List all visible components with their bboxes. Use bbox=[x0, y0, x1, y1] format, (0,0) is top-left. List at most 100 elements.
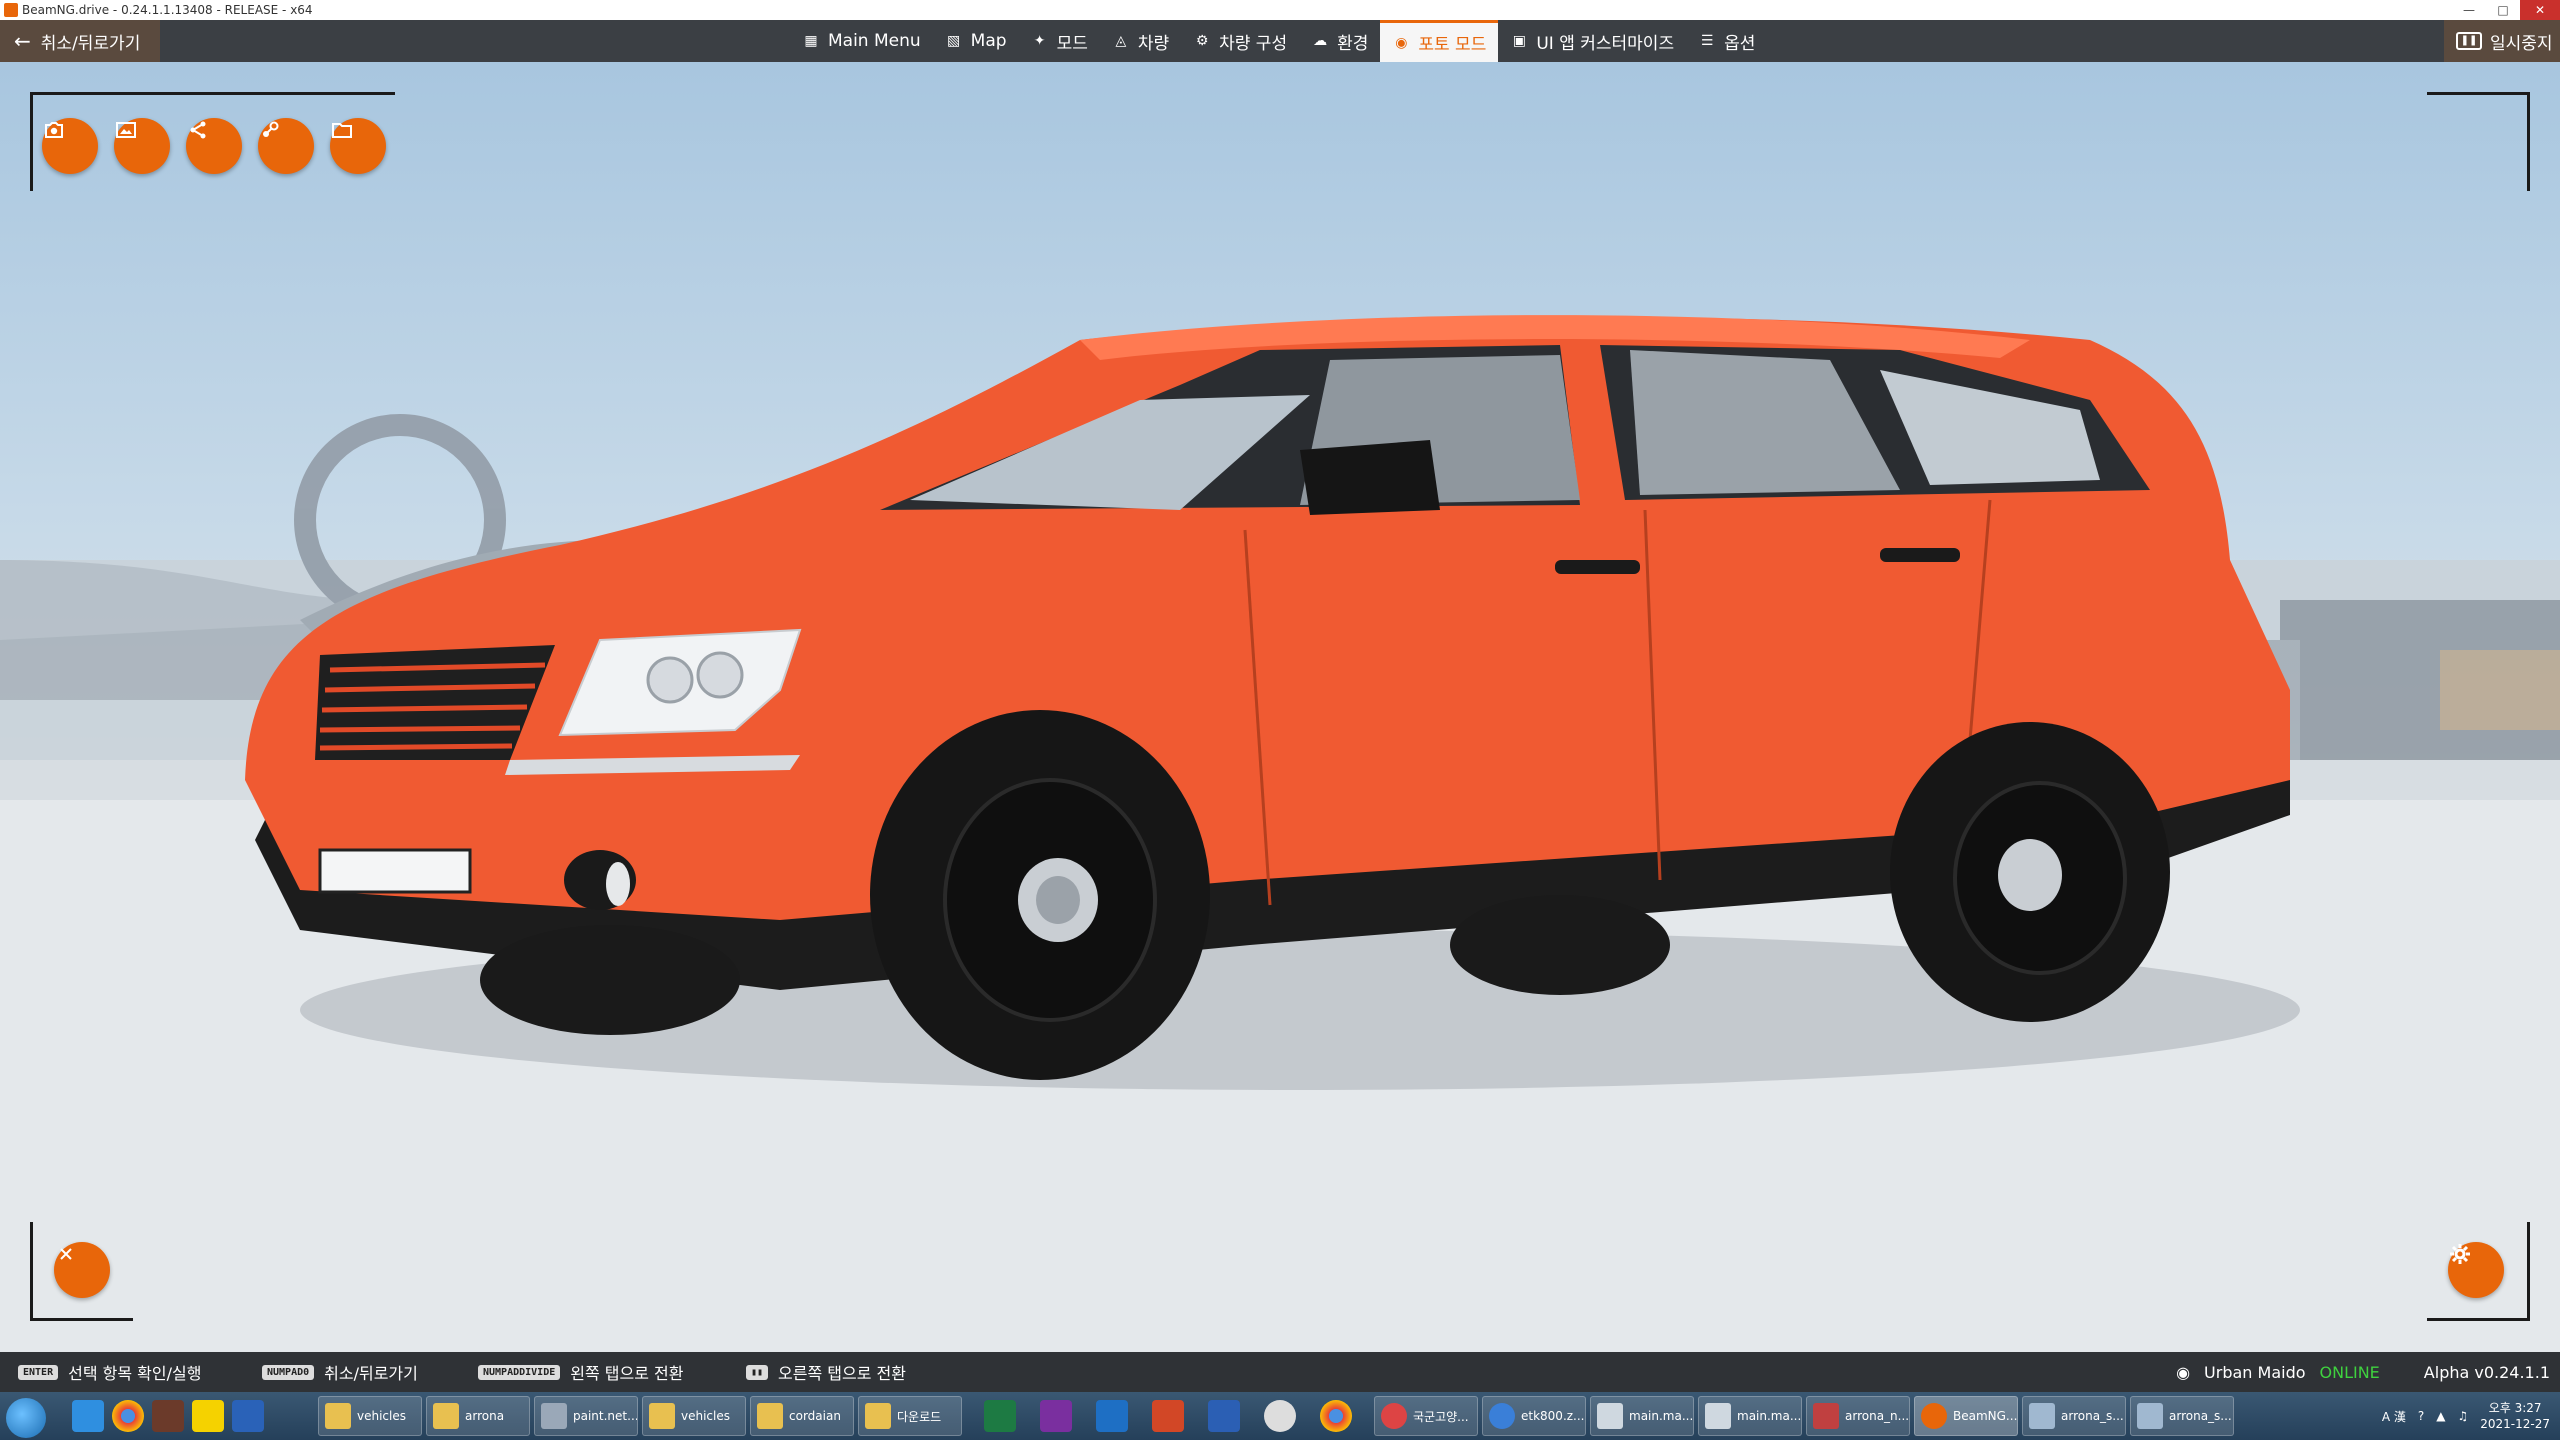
tab-label: Map bbox=[970, 31, 1007, 51]
minimize-icon[interactable]: — bbox=[2452, 0, 2486, 20]
taskbar-item[interactable]: arrona_n... bbox=[1806, 1396, 1910, 1436]
taskbar-item[interactable]: etk800.z... bbox=[1482, 1396, 1586, 1436]
grid-icon: ▦ bbox=[804, 33, 818, 49]
image-icon bbox=[116, 122, 136, 138]
window-close-icon[interactable]: ✕ bbox=[2520, 0, 2560, 20]
hint-back: NUMPAD0 취소/뒤로가기 bbox=[262, 1352, 418, 1392]
ime-icon[interactable]: A 漢 bbox=[2382, 1408, 2406, 1425]
game-viewport[interactable] bbox=[0, 62, 2560, 1352]
word-icon[interactable] bbox=[1208, 1400, 1240, 1432]
tab-map[interactable]: ▧ Map bbox=[933, 20, 1019, 62]
maximize-icon[interactable]: □ bbox=[2486, 0, 2520, 20]
task-label: arrona_s... bbox=[2061, 1409, 2124, 1423]
taskbar-item[interactable]: paint.net... bbox=[534, 1396, 638, 1436]
back-button[interactable]: ← 취소/뒤로가기 bbox=[0, 20, 160, 62]
paintnet-icon bbox=[541, 1403, 567, 1429]
ie-icon[interactable] bbox=[72, 1400, 104, 1432]
screenshot-button[interactable] bbox=[42, 118, 98, 174]
tab-options[interactable]: ☰ 옵션 bbox=[1686, 20, 1767, 62]
camera-icon bbox=[45, 122, 63, 138]
key-badge: NUMPADDIVIDE bbox=[478, 1364, 561, 1380]
taskbar-item[interactable]: arrona_s... bbox=[2022, 1396, 2126, 1436]
share-button[interactable] bbox=[186, 118, 242, 174]
window-title: BeamNG.drive - 0.24.1.1.13408 - RELEASE … bbox=[22, 3, 313, 17]
tab-environment[interactable]: ☁ 환경 bbox=[1299, 20, 1380, 62]
online-status: ◉ Urban Maido ONLINE Alpha v0.24.1.1 bbox=[2176, 1352, 2550, 1392]
powerpoint-icon[interactable] bbox=[1152, 1400, 1184, 1432]
task-label: paint.net... bbox=[573, 1409, 638, 1423]
outlook-icon[interactable] bbox=[1096, 1400, 1128, 1432]
folder-icon bbox=[865, 1403, 891, 1429]
folder-icon bbox=[433, 1403, 459, 1429]
folder-icon bbox=[332, 123, 352, 138]
onenote-icon[interactable] bbox=[1040, 1400, 1072, 1432]
taskbar-item[interactable]: main.ma... bbox=[1698, 1396, 1802, 1436]
hint-label: 선택 항목 확인/실행 bbox=[68, 1364, 202, 1383]
tab-photo-mode[interactable]: ◉ 포토 모드 bbox=[1380, 20, 1499, 62]
taskbar-item[interactable]: vehicles bbox=[642, 1396, 746, 1436]
volume-icon[interactable]: ♫ bbox=[2457, 1409, 2468, 1423]
steam-button[interactable] bbox=[258, 118, 314, 174]
monitor-icon[interactable] bbox=[232, 1400, 264, 1432]
chrome-icon[interactable] bbox=[112, 1400, 144, 1432]
close-icon bbox=[60, 1248, 72, 1260]
weather-icon: ☁ bbox=[1313, 33, 1328, 49]
tab-ui-apps[interactable]: ▣ UI 앱 커스터마이즈 bbox=[1498, 20, 1686, 62]
window-title-bar: BeamNG.drive - 0.24.1.1.13408 - RELEASE … bbox=[0, 0, 2560, 20]
tab-label: 모드 bbox=[1056, 33, 1088, 54]
taskbar-item[interactable]: arrona_s... bbox=[2130, 1396, 2234, 1436]
game-icon[interactable] bbox=[152, 1400, 184, 1432]
hint-label: 취소/뒤로가기 bbox=[324, 1364, 418, 1383]
windows-taskbar: vehicles arrona paint.net... vehicles co… bbox=[0, 1392, 2560, 1440]
key-badge: NUMPAD0 bbox=[262, 1364, 315, 1380]
task-label: etk800.z... bbox=[1521, 1409, 1585, 1423]
main-menu-tabs: ▦ Main Menu ▧ Map ✦ 모드 ◬ 차량 ⚙ 차량 구성 ☁ 환경… bbox=[790, 20, 1767, 62]
pause-label: 일시중지 bbox=[2490, 33, 2553, 54]
rear-wheel bbox=[1890, 722, 2170, 1022]
map-icon: ▧ bbox=[947, 33, 961, 49]
ui-apps-icon: ▣ bbox=[1512, 33, 1526, 49]
front-wheel bbox=[870, 710, 1210, 1080]
tab-vehicles[interactable]: ◬ 차량 bbox=[1100, 20, 1181, 62]
hi-res-screenshot-button[interactable] bbox=[114, 118, 170, 174]
taskbar-item[interactable]: vehicles bbox=[318, 1396, 422, 1436]
kakaotalk-icon[interactable] bbox=[192, 1400, 224, 1432]
tab-vehicle-config[interactable]: ⚙ 차량 구성 bbox=[1181, 20, 1299, 62]
open-folder-button[interactable] bbox=[330, 118, 386, 174]
start-button[interactable] bbox=[6, 1398, 46, 1438]
help-icon[interactable]: ? bbox=[2418, 1409, 2424, 1423]
puzzle-icon: ✦ bbox=[1033, 33, 1046, 49]
close-photo-mode-button[interactable] bbox=[54, 1242, 110, 1298]
hint-confirm: ENTER 선택 항목 확인/실행 bbox=[18, 1352, 201, 1392]
clock-time: 오후 3:27 bbox=[2488, 1401, 2542, 1415]
photo-settings-button[interactable] bbox=[2448, 1242, 2504, 1298]
misc-app-icon[interactable] bbox=[1264, 1400, 1296, 1432]
folder-icon bbox=[649, 1403, 675, 1429]
top-menu-bar: ← 취소/뒤로가기 ▦ Main Menu ▧ Map ✦ 모드 ◬ 차량 ⚙ … bbox=[0, 20, 2560, 62]
beamng-app-icon bbox=[4, 3, 18, 17]
share-icon bbox=[190, 121, 206, 139]
hint-tab-right: ▮▮ 오른쪽 탭으로 전환 bbox=[746, 1352, 906, 1392]
camera-icon: ◉ bbox=[1395, 34, 1408, 51]
pause-button[interactable]: ❚❚ 일시중지 bbox=[2444, 20, 2560, 62]
taskbar-item[interactable]: 국군고양... bbox=[1374, 1396, 1478, 1436]
taskbar-item[interactable]: main.ma... bbox=[1590, 1396, 1694, 1436]
taskbar-item[interactable]: 다운로드 bbox=[858, 1396, 962, 1436]
car-icon: ◬ bbox=[1115, 33, 1127, 49]
chrome-icon bbox=[1381, 1403, 1407, 1429]
back-label: 취소/뒤로가기 bbox=[40, 33, 141, 54]
tab-main-menu[interactable]: ▦ Main Menu bbox=[790, 20, 933, 62]
taskbar-item-active[interactable]: BeamNG... bbox=[1914, 1396, 2018, 1436]
chrome-icon[interactable] bbox=[1320, 1400, 1352, 1432]
taskbar-item[interactable]: cordaian bbox=[750, 1396, 854, 1436]
clock[interactable]: 오후 3:27 2021-12-27 bbox=[2480, 1400, 2550, 1432]
tab-mods[interactable]: ✦ 모드 bbox=[1019, 20, 1100, 62]
taskbar-item[interactable]: arrona bbox=[426, 1396, 530, 1436]
task-label: main.ma... bbox=[1629, 1409, 1694, 1423]
user-name: Urban Maido bbox=[2204, 1362, 2306, 1382]
sliders-icon: ☰ bbox=[1700, 33, 1714, 49]
task-label: vehicles bbox=[681, 1409, 730, 1423]
excel-icon[interactable] bbox=[984, 1400, 1016, 1432]
network-icon[interactable]: ▲ bbox=[2436, 1409, 2445, 1423]
app-icon bbox=[1489, 1403, 1515, 1429]
